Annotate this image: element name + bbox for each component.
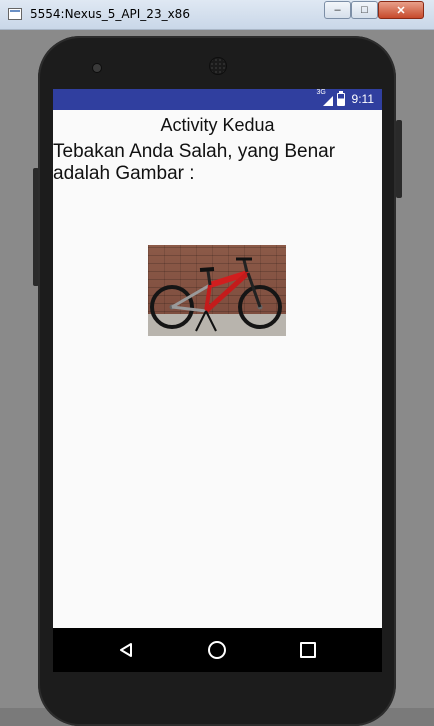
window-title: 5554:Nexus_5_API_23_x86 bbox=[30, 7, 190, 21]
battery-icon bbox=[336, 90, 345, 106]
power-button[interactable] bbox=[396, 120, 402, 198]
signal-icon: 3G bbox=[316, 89, 333, 106]
close-button[interactable]: ✕ bbox=[378, 1, 424, 19]
recents-icon[interactable] bbox=[298, 640, 318, 660]
result-message: Tebakan Anda Salah, yang Benar adalah Ga… bbox=[53, 141, 336, 184]
emulator-title-bar: 5554:Nexus_5_API_23_x86 – □ ✕ bbox=[0, 0, 434, 30]
phone-screen: 3G 9:11 Activity Kedua Tebakan Anda Sala… bbox=[53, 89, 382, 672]
status-bar: 3G 9:11 bbox=[53, 89, 382, 110]
maximize-button[interactable]: □ bbox=[351, 1, 378, 19]
status-icons: 3G 9:11 bbox=[316, 89, 374, 106]
minimize-button[interactable]: – bbox=[324, 1, 351, 19]
front-camera bbox=[93, 64, 101, 72]
earpiece-speaker bbox=[210, 58, 226, 74]
bicycle-icon bbox=[150, 257, 282, 332]
home-icon[interactable] bbox=[207, 640, 227, 660]
bike-image bbox=[148, 245, 286, 336]
network-type: 3G bbox=[316, 89, 326, 96]
window-app-icon bbox=[8, 8, 22, 20]
status-time: 9:11 bbox=[351, 92, 374, 106]
navigation-bar bbox=[53, 628, 382, 672]
back-icon[interactable] bbox=[116, 640, 136, 660]
activity-title: Activity Kedua bbox=[160, 115, 275, 135]
